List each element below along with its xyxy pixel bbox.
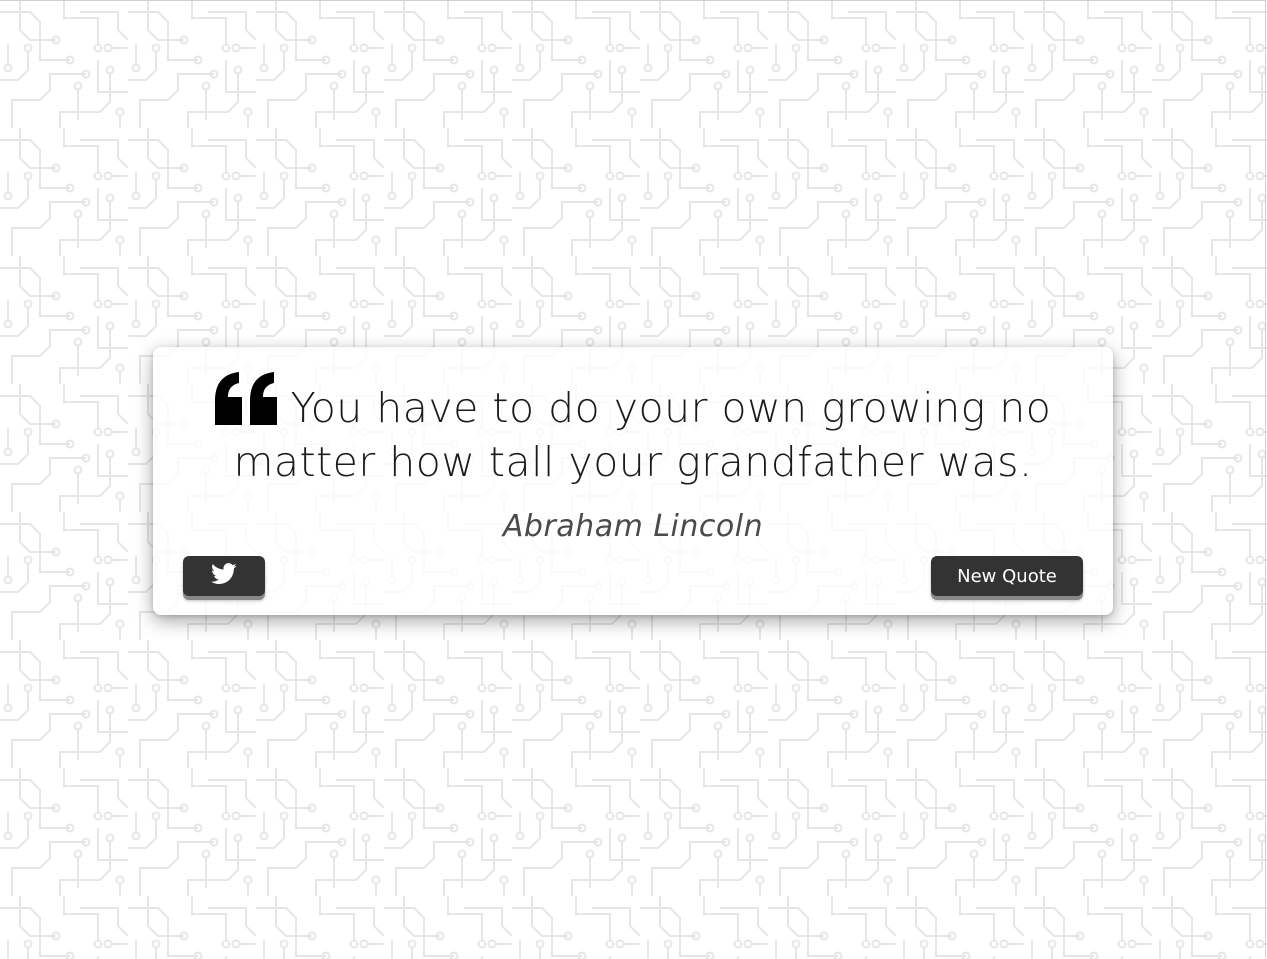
quote-text-block: You have to do your own growing no matte… — [193, 371, 1073, 489]
quote-left-icon — [214, 371, 279, 425]
new-quote-button[interactable]: New Quote — [931, 556, 1083, 596]
quote-body: You have to do your own growing no matte… — [193, 371, 1073, 544]
tweet-button[interactable] — [183, 556, 265, 596]
quote-card: You have to do your own growing no matte… — [153, 347, 1113, 615]
twitter-icon — [211, 563, 237, 589]
quote-author: Abraham Lincoln — [502, 509, 764, 544]
quote-text: You have to do your own growing no matte… — [233, 384, 1052, 486]
